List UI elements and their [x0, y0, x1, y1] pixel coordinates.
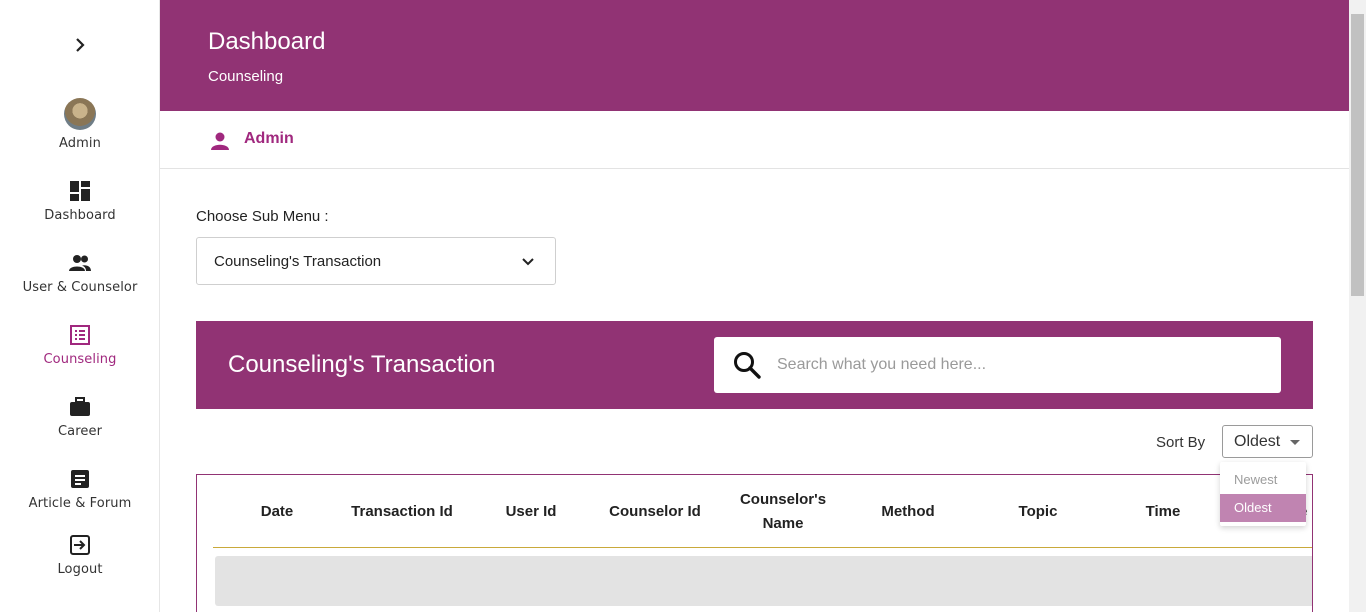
page-title: Dashboard	[208, 28, 326, 55]
sort-option-oldest[interactable]: Oldest	[1220, 494, 1306, 522]
chevron-down-icon	[522, 258, 534, 266]
sort-selected-value: Oldest	[1234, 433, 1281, 450]
sidebar-item-user-counselor[interactable]: User & Counselor	[0, 252, 160, 295]
chevron-right-icon[interactable]	[70, 34, 90, 56]
app-root: Admin Dashboard User & Counselor Counsel…	[0, 0, 1366, 612]
column-header-method[interactable]: Method	[873, 475, 943, 548]
sidebar-item-label: Logout	[57, 562, 103, 577]
sidebar-item-dashboard[interactable]: Dashboard	[0, 180, 160, 223]
column-header-date[interactable]: Date	[247, 475, 307, 548]
sidebar-item-label: Article & Forum	[28, 496, 132, 511]
user-name[interactable]: Admin	[244, 130, 294, 148]
search-input[interactable]	[777, 351, 1257, 379]
section-title: Counseling's Transaction	[228, 351, 496, 378]
column-header-transaction-id[interactable]: Transaction Id	[341, 475, 463, 548]
sidebar-item-logout[interactable]: Logout	[0, 534, 160, 577]
caret-down-icon	[1290, 440, 1300, 445]
people-icon	[69, 255, 91, 271]
user-bar: Admin	[160, 111, 1349, 169]
person-icon	[211, 132, 229, 150]
table-header: Date Transaction Id User Id Counselor Id…	[213, 475, 1312, 548]
breadcrumb: Counseling	[208, 68, 284, 85]
submenu-label: Choose Sub Menu :	[196, 208, 329, 225]
column-header-time[interactable]: Time	[1133, 475, 1193, 548]
scrollbar-thumb[interactable]	[1351, 14, 1364, 296]
list-icon	[70, 325, 90, 345]
sort-select[interactable]: Oldest	[1222, 425, 1313, 458]
sidebar-item-label: Counseling	[43, 352, 117, 367]
sidebar-item-label: User & Counselor	[22, 280, 138, 295]
submenu-selected-value: Counseling's Transaction	[214, 253, 382, 270]
sort-label: Sort By	[1156, 434, 1206, 451]
briefcase-icon	[70, 397, 90, 416]
column-header-counselor-id[interactable]: Counselor Id	[601, 475, 709, 548]
transaction-table: Date Transaction Id User Id Counselor Id…	[196, 474, 1313, 612]
table-row-placeholder	[215, 556, 1312, 606]
sort-option-newest[interactable]: Newest	[1220, 466, 1306, 494]
scrollbar[interactable]	[1349, 0, 1366, 612]
sidebar-item-admin[interactable]: Admin	[0, 98, 160, 151]
column-header-user-id[interactable]: User Id	[493, 475, 569, 548]
sort-dropdown-menu: Newest Oldest	[1220, 462, 1306, 526]
avatar	[64, 98, 96, 130]
search-icon	[734, 352, 761, 379]
search-box[interactable]	[714, 337, 1281, 393]
sidebar-item-article-forum[interactable]: Article & Forum	[0, 468, 160, 511]
dashboard-icon	[70, 181, 90, 201]
article-icon	[71, 470, 89, 488]
submenu-select[interactable]: Counseling's Transaction	[196, 237, 556, 285]
sidebar-item-label: Career	[57, 424, 103, 439]
sidebar-item-label: Dashboard	[44, 208, 116, 223]
sidebar-item-career[interactable]: Career	[0, 396, 160, 439]
sidebar-item-counseling[interactable]: Counseling	[0, 324, 160, 367]
section-banner: Counseling's Transaction	[196, 321, 1313, 409]
sidebar: Admin Dashboard User & Counselor Counsel…	[0, 0, 160, 612]
logout-icon	[70, 535, 90, 555]
column-header-counselor-name[interactable]: Counselor's Name	[733, 475, 833, 548]
column-header-topic[interactable]: Topic	[1005, 475, 1071, 548]
page-header: Dashboard Counseling	[160, 0, 1349, 111]
sidebar-item-label: Admin	[59, 136, 101, 151]
